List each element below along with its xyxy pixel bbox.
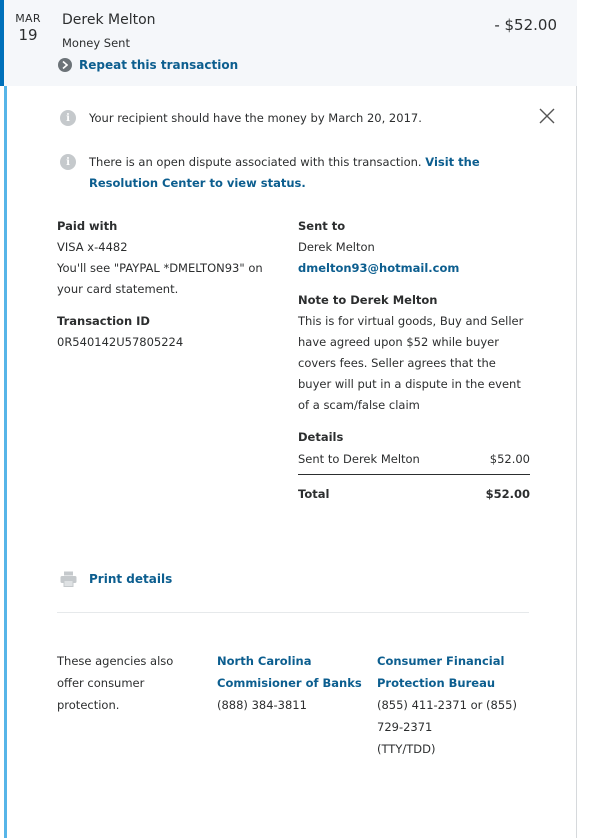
total-amount: $52.00 xyxy=(485,487,530,501)
nc-agency-phone: (888) 384-3811 xyxy=(217,698,307,712)
cfpb-agency-tty: (TTY/TDD) xyxy=(377,742,436,756)
details-total: Total $52.00 xyxy=(298,487,530,501)
total-label: Total xyxy=(298,487,330,501)
transaction-date: MAR 19 xyxy=(13,12,43,44)
repeat-transaction-label: Repeat this transaction xyxy=(79,58,239,72)
chevron-right-icon xyxy=(58,58,72,72)
close-icon[interactable] xyxy=(538,107,556,125)
delivery-notice: i Your recipient should have the money b… xyxy=(60,108,530,129)
section-divider xyxy=(57,612,529,613)
card-info: VISA x-4482 xyxy=(57,240,128,254)
transaction-amount: - $52.00 xyxy=(494,16,557,34)
recipient-info-column: Sent to Derek Melton dmelton93@hotmail.c… xyxy=(298,219,530,501)
note-text: This is for virtual goods, Buy and Selle… xyxy=(298,314,524,412)
nc-agency: North Carolina Commisioner of Banks (888… xyxy=(217,650,367,716)
info-icon: i xyxy=(60,110,76,126)
statement-note: You'll see "PAYPAL *DMELTON93" on your c… xyxy=(57,261,263,296)
sent-to-label: Sent to xyxy=(298,219,346,233)
agencies-intro-text: These agencies also offer consumer prote… xyxy=(57,654,174,712)
details-line: Sent to Derek Melton $52.00 xyxy=(298,452,530,466)
repeat-transaction-link[interactable]: Repeat this transaction xyxy=(58,58,238,72)
agencies-intro: These agencies also offer consumer prote… xyxy=(57,650,202,716)
cfpb-agency-phone: (855) 411-2371 or (855) 729-2371 xyxy=(377,698,517,734)
info-icon: i xyxy=(60,154,76,170)
transaction-detail-panel: i Your recipient should have the money b… xyxy=(4,86,577,838)
transaction-header[interactable]: MAR 19 Derek Melton Money Sent - $52.00 … xyxy=(0,0,577,86)
details-divider xyxy=(298,474,530,475)
transaction-page: MAR 19 Derek Melton Money Sent - $52.00 … xyxy=(0,0,592,838)
nc-agency-link[interactable]: North Carolina Commisioner of Banks xyxy=(217,650,367,694)
dispute-notice-text: There is an open dispute associated with… xyxy=(89,155,422,169)
date-day: 19 xyxy=(18,26,38,44)
dispute-notice-body: There is an open dispute associated with… xyxy=(89,152,530,194)
date-month: MAR xyxy=(15,12,41,25)
transaction-type: Money Sent xyxy=(62,36,130,50)
payment-info-column: Paid with VISA x-4482 You'll see "PAYPAL… xyxy=(57,219,282,353)
paid-with-label: Paid with xyxy=(57,219,118,233)
details-label: Details xyxy=(298,430,344,444)
transaction-id-value: 0R540142U57805224 xyxy=(57,335,184,349)
delivery-notice-text: Your recipient should have the money by … xyxy=(89,111,422,125)
print-details-label: Print details xyxy=(89,572,173,586)
cfpb-agency-link[interactable]: Consumer Financial Protection Bureau xyxy=(377,650,517,694)
dispute-notice: i There is an open dispute associated wi… xyxy=(60,152,530,194)
transaction-id-label: Transaction ID xyxy=(57,314,150,328)
cfpb-agency: Consumer Financial Protection Bureau (85… xyxy=(377,650,517,760)
details-line-amount: $52.00 xyxy=(489,452,530,466)
counterparty-name: Derek Melton xyxy=(62,12,156,28)
print-details-link[interactable]: Print details xyxy=(60,571,172,587)
details-line-label: Sent to Derek Melton xyxy=(298,452,420,466)
note-label: Note to Derek Melton xyxy=(298,293,438,307)
recipient-email-link[interactable]: dmelton93@hotmail.com xyxy=(298,258,530,279)
recipient-name: Derek Melton xyxy=(298,240,375,254)
printer-icon xyxy=(60,571,77,587)
